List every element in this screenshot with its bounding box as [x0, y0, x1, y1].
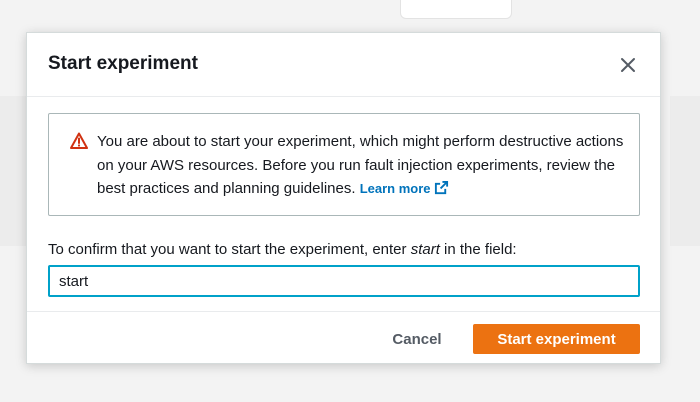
confirm-label-suffix: in the field: — [444, 241, 517, 258]
learn-more-link[interactable]: Learn more — [359, 180, 449, 196]
start-experiment-modal: Start experiment You are about to start … — [26, 32, 661, 364]
confirm-label-keyword: start — [410, 241, 440, 258]
background-element — [400, 0, 512, 19]
confirm-label: To confirm that you want to start the ex… — [48, 241, 517, 258]
external-link-icon — [434, 180, 448, 195]
learn-more-label: Learn more — [359, 181, 431, 196]
background-stripe-right — [670, 96, 700, 246]
close-icon — [621, 58, 635, 72]
start-experiment-button[interactable]: Start experiment — [473, 324, 640, 354]
warning-triangle-icon — [70, 132, 88, 149]
modal-title: Start experiment — [48, 53, 198, 74]
confirm-label-prefix: To confirm that you want to start the ex… — [48, 241, 407, 258]
modal-footer: Cancel Start experiment — [27, 311, 660, 363]
alert-message: You are about to start your experiment, … — [97, 130, 627, 201]
confirm-start-input[interactable] — [48, 265, 640, 297]
modal-header: Start experiment — [27, 33, 660, 97]
close-button[interactable] — [616, 53, 640, 77]
warning-alert: You are about to start your experiment, … — [48, 113, 640, 216]
cancel-button[interactable]: Cancel — [387, 324, 447, 354]
